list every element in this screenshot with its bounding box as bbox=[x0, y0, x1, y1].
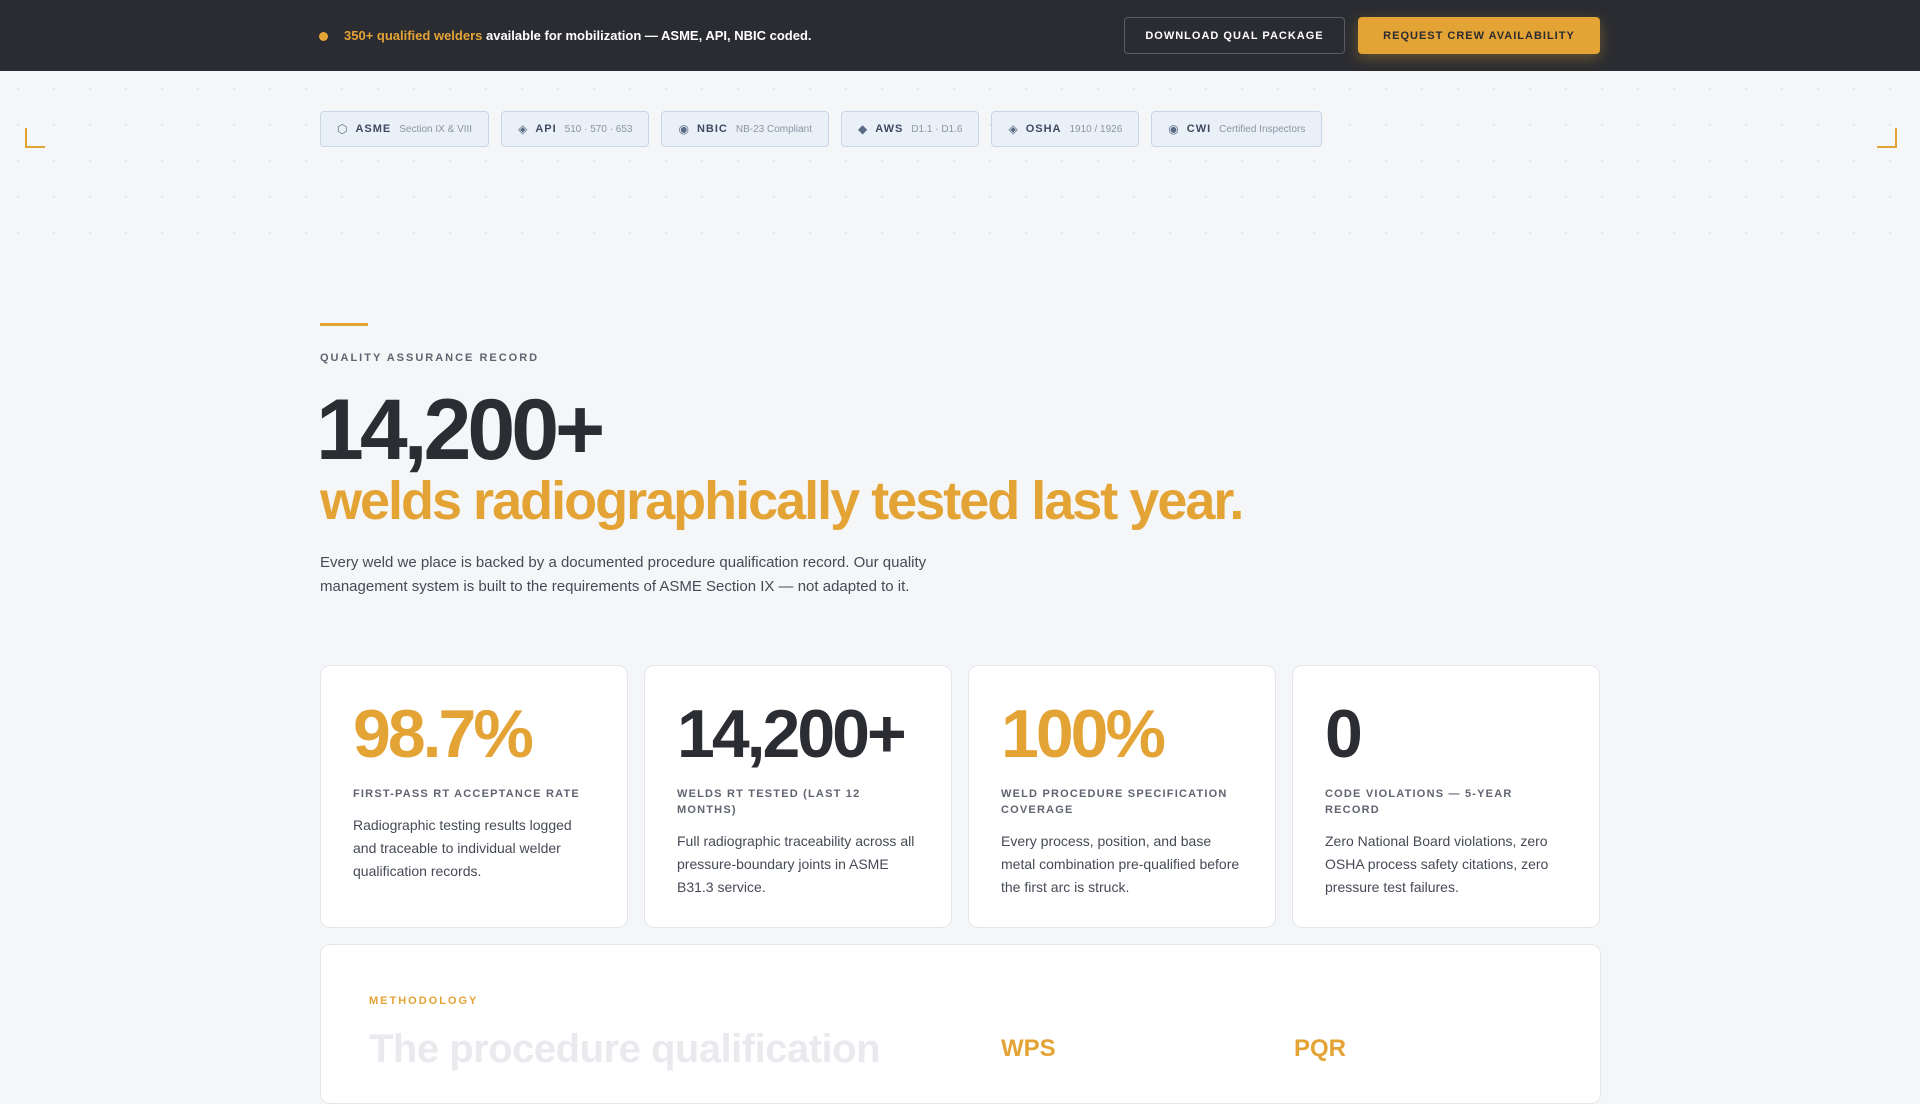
stat-card-code-violations: 0 CODE VIOLATIONS — 5-YEAR RECORD Zero N… bbox=[1292, 665, 1600, 928]
certification-badges: ⬡ ASME Section IX & VIII ◈ API 510 · 570… bbox=[320, 111, 1323, 147]
stat-value: 100% bbox=[1001, 696, 1166, 772]
stat-label: FIRST-PASS RT ACCEPTANCE RATE bbox=[353, 788, 580, 800]
stat-label: WELDS RT TESTED (LAST 12 MONTHS) bbox=[677, 788, 861, 816]
stat-label: WELD PROCEDURE SPECIFICATION COVERAGE bbox=[1001, 788, 1228, 816]
methodology-pqr-heading: PQR bbox=[1294, 1035, 1347, 1062]
badge-desc: Section IX & VIII bbox=[399, 123, 473, 135]
badge-name: NBIC bbox=[696, 123, 728, 135]
stat-card-rt-acceptance: 98.7% FIRST-PASS RT ACCEPTANCE RATE Radi… bbox=[320, 665, 628, 928]
diamond-outline-icon: ◈ bbox=[1008, 122, 1018, 136]
hero-big-number: 14,200+ bbox=[316, 382, 605, 478]
hero-intro: Every weld we place is backed by a docum… bbox=[320, 554, 927, 595]
methodology-panel: METHODOLOGY The procedure qualification … bbox=[320, 944, 1601, 1104]
request-crew-availability-button[interactable]: REQUEST CREW AVAILABILITY bbox=[1358, 17, 1600, 54]
badge-name: CWI bbox=[1186, 123, 1212, 135]
methodology-wps-heading: WPS bbox=[1001, 1035, 1056, 1062]
badge-aws[interactable]: ◆ AWS D1.1 · D1.6 bbox=[841, 111, 980, 147]
diamond-outline-icon: ◈ bbox=[518, 122, 528, 136]
stat-value: 14,200+ bbox=[677, 696, 907, 772]
badge-desc: 510 · 570 · 653 bbox=[564, 123, 633, 135]
accent-rule bbox=[320, 323, 368, 326]
stat-desc: Full radiographic traceability across al… bbox=[677, 833, 915, 895]
status-dot-icon bbox=[319, 32, 328, 41]
corner-bracket-right bbox=[1877, 128, 1897, 148]
badge-api[interactable]: ◈ API 510 · 570 · 653 bbox=[501, 111, 650, 147]
section-eyebrow: QUALITY ASSURANCE RECORD bbox=[320, 352, 540, 364]
methodology-eyebrow: METHODOLOGY bbox=[369, 995, 479, 1007]
stat-card-welds-tested: 14,200+ WELDS RT TESTED (LAST 12 MONTHS)… bbox=[644, 665, 952, 928]
badge-name: ASME bbox=[355, 123, 392, 135]
announcement-text: 350+ qualified welders available for mob… bbox=[344, 28, 812, 43]
diamond-icon: ◆ bbox=[858, 122, 868, 136]
corner-bracket-left bbox=[25, 128, 45, 148]
badge-name: AWS bbox=[875, 123, 904, 135]
badge-desc: D1.1 · D1.6 bbox=[911, 123, 963, 135]
target-circle-icon: ◉ bbox=[1168, 122, 1179, 136]
badge-asme[interactable]: ⬡ ASME Section IX & VIII bbox=[320, 111, 490, 147]
badge-desc: Certified Inspectors bbox=[1219, 123, 1306, 135]
hexagon-icon: ⬡ bbox=[337, 122, 348, 136]
stat-card-wps-coverage: 100% WELD PROCEDURE SPECIFICATION COVERA… bbox=[968, 665, 1276, 928]
badge-desc: NB-23 Compliant bbox=[735, 123, 813, 135]
stat-desc: Every process, position, and base metal … bbox=[1001, 833, 1240, 895]
badge-cwi[interactable]: ◉ CWI Certified Inspectors bbox=[1151, 111, 1323, 147]
announcement-message: available for mobilization — ASME, API, … bbox=[482, 28, 812, 43]
dot-grid-background bbox=[0, 71, 1920, 251]
stat-desc: Zero National Board violations, zero OSH… bbox=[1325, 833, 1549, 895]
badge-desc: 1910 / 1926 bbox=[1069, 123, 1123, 135]
stat-desc: Radiographic testing results logged and … bbox=[353, 817, 572, 879]
announcement-highlight: 350+ qualified welders bbox=[344, 28, 483, 43]
stat-value: 98.7% bbox=[353, 696, 534, 772]
announcement-bar: 350+ qualified welders available for mob… bbox=[0, 0, 1920, 71]
stat-cards: 98.7% FIRST-PASS RT ACCEPTANCE RATE Radi… bbox=[320, 665, 1600, 928]
badge-name: API bbox=[535, 123, 557, 135]
badge-name: OSHA bbox=[1025, 123, 1062, 135]
stat-label: CODE VIOLATIONS — 5-YEAR RECORD bbox=[1325, 788, 1513, 816]
badge-osha[interactable]: ◈ OSHA 1910 / 1926 bbox=[991, 111, 1140, 147]
target-circle-icon: ◉ bbox=[678, 122, 689, 136]
hero-headline: welds radiographically tested last year. bbox=[320, 471, 1244, 531]
badge-nbic[interactable]: ◉ NBIC NB-23 Compliant bbox=[661, 111, 830, 147]
stat-value: 0 bbox=[1325, 696, 1363, 772]
download-qual-package-button[interactable]: DOWNLOAD QUAL PACKAGE bbox=[1124, 17, 1345, 54]
methodology-title: The procedure qualification bbox=[369, 1027, 881, 1071]
